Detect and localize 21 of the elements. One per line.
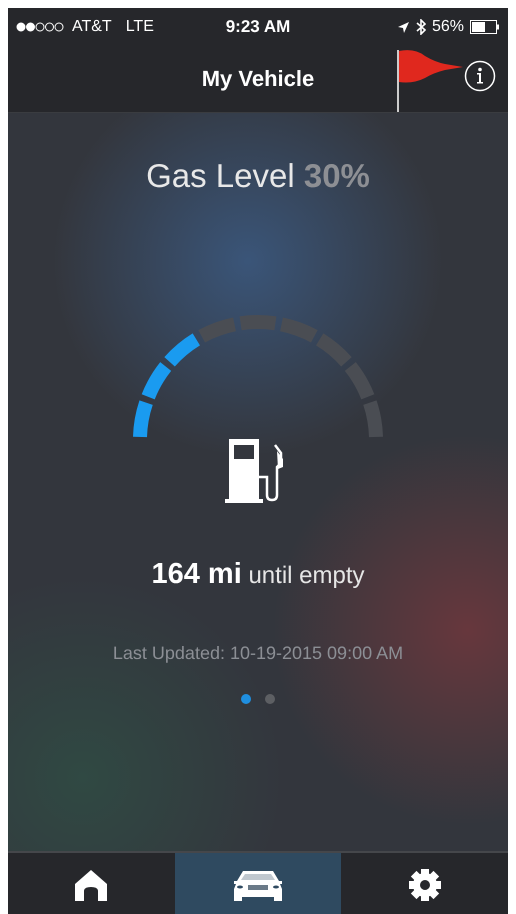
- page-indicator-dot[interactable]: [241, 694, 251, 704]
- location-arrow-icon: [396, 20, 410, 34]
- last-updated-text: Last Updated: 10-19-2015 09:00 AM: [112, 643, 404, 664]
- car-tab[interactable]: [174, 853, 342, 914]
- bluetooth-icon: [416, 19, 426, 35]
- network-type: LTE: [126, 18, 154, 36]
- battery-icon: [470, 20, 500, 34]
- settings-tab[interactable]: [341, 853, 508, 914]
- range-text: 164 mi until empty: [151, 558, 364, 591]
- battery-percent: 56%: [432, 18, 464, 36]
- screen-title: My Vehicle: [202, 66, 314, 92]
- signal-icon: [16, 22, 66, 32]
- home-icon: [74, 869, 108, 901]
- settings-icon: [408, 868, 442, 902]
- clock: 9:23 AM: [226, 17, 290, 37]
- page-indicator-dot[interactable]: [265, 694, 275, 704]
- home-tab[interactable]: [8, 853, 175, 914]
- carrier: AT&T: [72, 18, 112, 36]
- car-icon: [232, 869, 284, 901]
- gas-level-heading: Gas Level 30%: [146, 157, 370, 195]
- info-button[interactable]: [464, 60, 496, 92]
